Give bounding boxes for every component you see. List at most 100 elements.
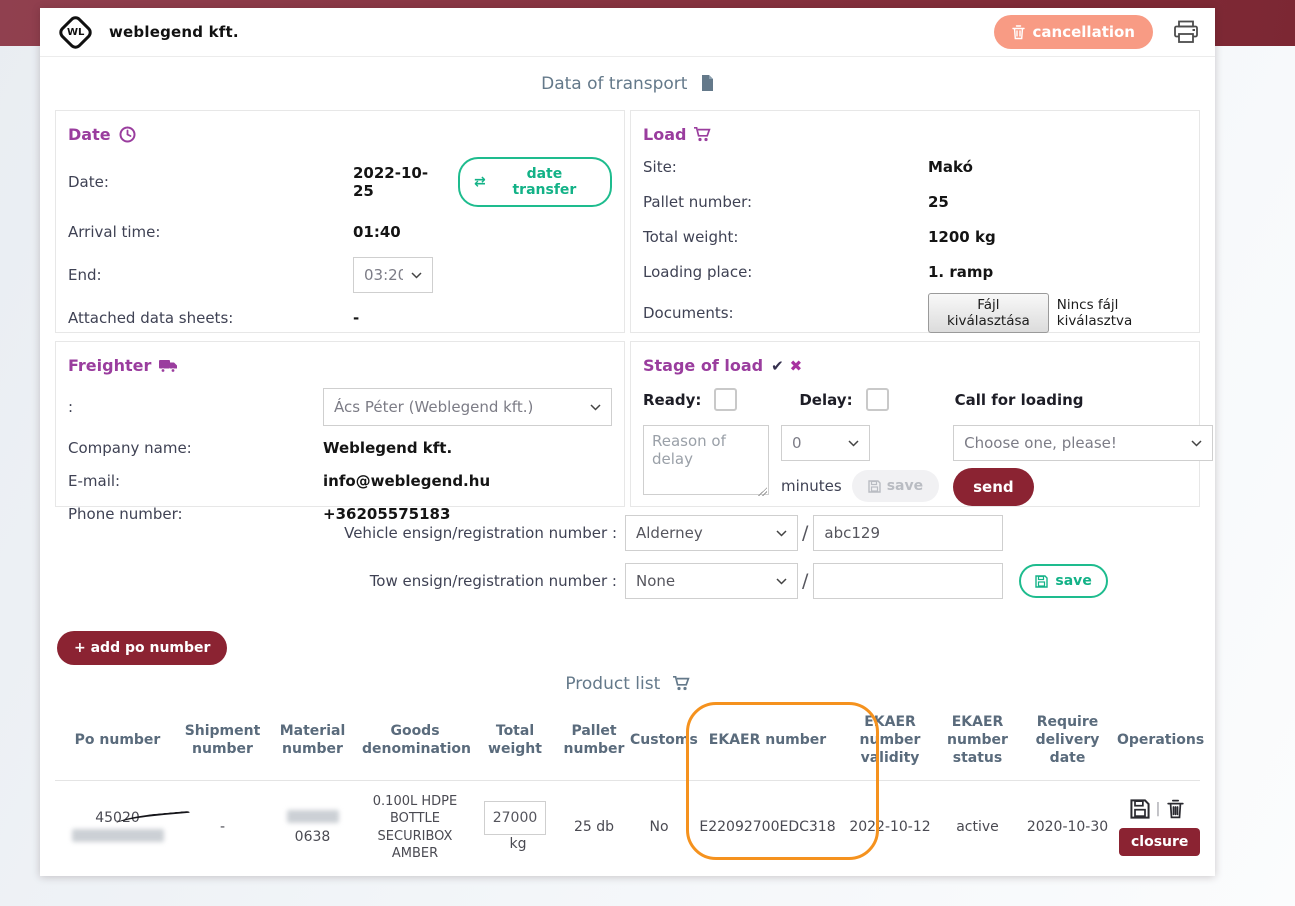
date-value: 2022-10-25 [353,164,448,200]
col-material-number: Material number [265,705,360,780]
delete-row-icon[interactable] [1166,799,1185,819]
cell-ekaer-status: active [935,780,1020,875]
total-weight-label: Total weight: [643,228,928,246]
ready-checkbox[interactable] [714,388,737,411]
separator-slash: / [802,522,808,544]
floppy-icon [868,480,881,493]
add-po-number-button[interactable]: + add po number [57,631,227,665]
date-row: Date: 2022-10-25 ⇄ date transfer [68,157,612,207]
material-number-visible: 0638 [295,829,331,845]
cell-ekaer-validity: 2022-10-12 [845,780,935,875]
add-po-label: add po number [91,640,211,656]
check-icon[interactable]: ✔ [771,357,784,375]
driver-select[interactable]: Ács Péter (Weblegend kft.) [323,388,612,426]
save-row-icon[interactable] [1130,799,1150,819]
cell-material-number: 0638 [265,780,360,875]
total-weight-row: Total weight: 1200 kg [643,223,1187,250]
cell-require-delivery-date: 2020-10-30 [1020,780,1115,875]
file-choose-button[interactable]: Fájl kiválasztása [928,293,1049,333]
cart-icon [673,676,690,691]
arrival-value: 01:40 [353,223,401,241]
call-for-loading-select[interactable]: Choose one, please! [953,425,1213,461]
email-row: E-mail: info@weblegend.hu [68,469,612,493]
chevron-down-icon [776,578,787,585]
closure-button[interactable]: closure [1119,828,1200,856]
separator-slash: / [802,570,808,592]
cell-pallet-number: 25 db [560,780,628,875]
registration-save-button[interactable]: save [1019,564,1107,598]
date-transfer-button[interactable]: ⇄ date transfer [458,157,612,207]
date-panel-title: Date [68,125,612,144]
printer-icon [1173,20,1199,44]
save-delay-label: save [887,478,923,494]
col-goods-denomination: Goods denomination [360,705,470,780]
page-title: Data of transport [40,74,1215,94]
trash-icon [1012,25,1025,40]
clock-icon [119,126,136,143]
cross-icon[interactable]: ✖ [790,357,803,375]
chevron-down-icon [776,530,787,537]
sheets-value: - [353,309,359,327]
load-title-text: Load [643,125,686,144]
freighter-panel-title: Freighter [68,356,612,375]
vehicle-reg-label: Vehicle ensign/registration number : [40,524,625,542]
sheets-row: Attached data sheets: - [68,306,612,330]
pallet-value: 25 [928,193,949,211]
col-total-weight: Total weight [470,705,560,780]
end-row: End: 03:20 [68,257,612,293]
tow-reg-label: Tow ensign/registration number : [40,572,625,590]
delay-checkbox[interactable] [866,388,889,411]
company-value: Weblegend kft. [323,439,452,457]
operations-separator: | [1156,800,1161,819]
reason-of-delay-textarea[interactable] [643,425,769,495]
date-title-text: Date [68,125,111,144]
chevron-down-icon [590,404,601,411]
vehicle-number-input[interactable] [813,515,1003,551]
cancellation-button[interactable]: cancellation [994,15,1153,49]
tow-ensign-select[interactable]: None [625,563,798,599]
loading-place-value: 1. ramp [928,263,993,281]
document-icon [701,75,714,91]
po-number-redacted [72,829,164,842]
table-header-row: Po number Shipment number Material numbe… [55,705,1200,780]
vehicle-ensign-select[interactable]: Alderney [625,515,798,551]
logo-monogram: WL [67,27,84,38]
save-delay-button[interactable]: save [852,470,939,502]
row-weight-input[interactable] [484,801,546,835]
col-customs: Customs [628,705,690,780]
file-status-text: Nincs fájl kiválasztva [1057,297,1187,329]
chevron-down-icon [1191,440,1202,447]
send-button[interactable]: send [953,468,1034,506]
end-time-select[interactable]: 03:20 [353,257,433,293]
minutes-label: minutes [781,477,842,495]
col-po-number: Po number [55,705,180,780]
product-list-title: Product list [40,674,1215,694]
driver-row: : Ács Péter (Weblegend kft.) [68,388,612,426]
delay-minutes-value: 0 [792,434,802,452]
cell-shipment-number: - [180,780,265,875]
minutes-save-row: minutes save [781,470,939,502]
brand: WL weblegend kft. [56,13,239,52]
col-ekaer-status: EKAER number status [935,705,1020,780]
arrival-label: Arrival time: [68,223,353,241]
call-select-value: Choose one, please! [964,434,1117,452]
arrival-row: Arrival time: 01:40 [68,220,612,244]
site-value: Makó [928,158,973,176]
site-row: Site: Makó [643,153,1187,180]
date-label: Date: [68,173,353,191]
print-button[interactable] [1173,20,1199,44]
floppy-icon [1035,575,1048,588]
tow-number-input[interactable] [813,563,1003,599]
cell-customs: No [628,780,690,875]
tow-registration-row: Tow ensign/registration number : None / … [40,563,1215,599]
documents-row: Documents: Fájl kiválasztása Nincs fájl … [643,293,1187,333]
cell-po-number: 45020 [55,780,180,875]
delay-minutes-select[interactable]: 0 [781,425,870,461]
loading-place-label: Loading place: [643,263,928,281]
col-ekaer-number: EKAER number [690,705,845,780]
email-value: info@weblegend.hu [323,472,490,490]
end-time-value: 03:20 [364,266,403,284]
delay-minutes-group: 0 minutes save [781,425,939,502]
file-input[interactable]: Fájl kiválasztása Nincs fájl kiválasztva [928,293,1187,333]
stage-title-text: Stage of load [643,356,763,375]
